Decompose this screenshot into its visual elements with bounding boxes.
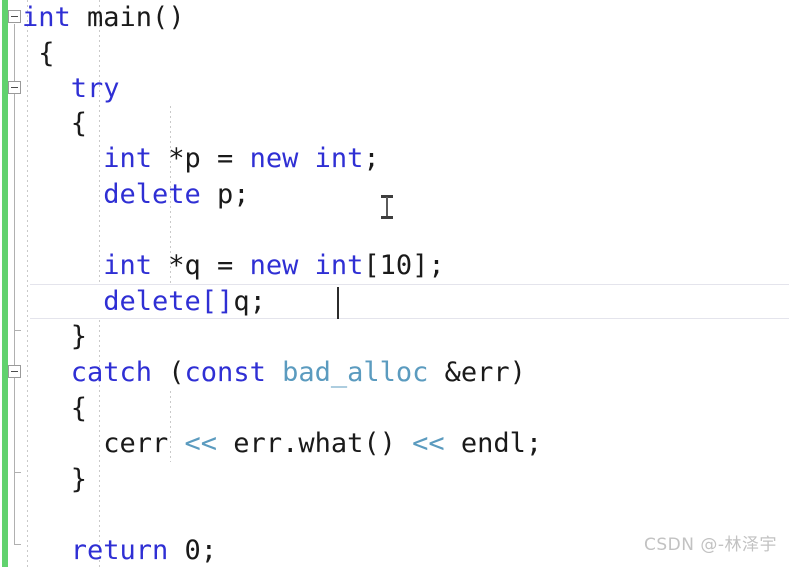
code-token-kw: int (314, 143, 364, 174)
code-token-pl: err.what() (217, 428, 413, 459)
code-token-pl: endl; (444, 428, 543, 459)
code-line-content: return 0; (0, 533, 217, 567)
csdn-watermark: CSDN @-林泽宇 (643, 535, 777, 555)
code-token-kw: [] (200, 286, 234, 317)
code-editor-surface[interactable]: int main(){try{int *p = new int; delete p… (0, 0, 789, 567)
code-token-pl: 0; (168, 535, 218, 566)
code-token-kw: catch (70, 357, 153, 388)
code-token-pl: [10]; (363, 250, 445, 281)
code-line[interactable]: delete[]q; (0, 284, 789, 319)
code-line-content: { (0, 36, 55, 71)
code-line-content: cerr << err.what() << endl; (0, 426, 542, 461)
code-line-content: { (0, 391, 87, 426)
code-token-kw: int (103, 143, 153, 174)
code-line[interactable]: cerr << err.what() << endl; (0, 426, 789, 461)
code-token-pl: cerr (103, 428, 185, 459)
code-token-pl: main() (70, 2, 185, 33)
code-line[interactable]: int main() (0, 0, 789, 35)
ibeam-stem (386, 197, 388, 217)
code-line-content: { (0, 106, 87, 141)
code-line[interactable]: { (0, 391, 789, 426)
code-line[interactable]: catch (const bad_alloc &err) (0, 355, 789, 390)
code-token-kw: new (249, 250, 299, 281)
code-line[interactable]: { (0, 36, 789, 71)
code-line[interactable]: try (0, 71, 789, 106)
code-line[interactable] (0, 497, 789, 532)
code-token-kw: new (249, 143, 299, 174)
code-token-kw: delete (103, 179, 201, 210)
code-line[interactable]: } (0, 319, 789, 354)
code-token-pl: *p = (152, 143, 250, 174)
code-token-op: << (412, 428, 445, 459)
code-token-pl: *q = (152, 250, 250, 281)
text-insertion-caret (337, 287, 339, 319)
code-line[interactable]: } (0, 462, 789, 497)
code-token-kw: int (103, 250, 153, 281)
code-token-kw: int (22, 2, 71, 33)
code-line-content: int main() (0, 0, 185, 35)
code-token-pl: } (70, 321, 88, 352)
code-token-pl: p; (200, 179, 250, 210)
code-line[interactable] (0, 212, 789, 247)
ibeam-mouse-cursor (381, 194, 393, 220)
code-token-kw: int (314, 250, 364, 281)
code-token-kw: delete (103, 286, 201, 317)
code-token-kw: try (70, 73, 120, 104)
code-line-content: delete[]q; (0, 284, 266, 319)
code-token-pl: { (70, 393, 88, 424)
code-line-content: int *q = new int[10]; (0, 248, 445, 283)
code-token-type: bad_alloc (282, 357, 429, 388)
code-token-kw: const (184, 357, 266, 388)
code-text-area[interactable]: int main(){try{int *p = new int; delete p… (0, 0, 789, 567)
code-line[interactable]: int *p = new int; (0, 141, 789, 176)
code-line-content: try (0, 71, 120, 106)
code-token-pl: { (38, 38, 55, 69)
code-token-pl: } (70, 464, 88, 495)
code-token-pl: { (70, 108, 88, 139)
code-line[interactable]: delete p; (0, 177, 789, 212)
code-line[interactable]: { (0, 106, 789, 141)
code-token-op: << (184, 428, 218, 459)
code-line-content: catch (const bad_alloc &err) (0, 355, 526, 390)
code-token-kw: return (70, 535, 169, 566)
code-token-pl: q; (233, 286, 266, 317)
code-line-content: int *p = new int; (0, 141, 380, 176)
code-line-content: } (0, 319, 87, 354)
code-token-pl: &err) (428, 357, 526, 388)
code-token-pl: ; (363, 143, 380, 174)
code-token-pl: ( (152, 357, 185, 388)
code-line[interactable]: int *q = new int[10]; (0, 248, 789, 283)
code-line-content: delete p; (0, 177, 250, 212)
code-line-content: } (0, 462, 87, 497)
ibeam-bottom-cap (381, 216, 393, 219)
